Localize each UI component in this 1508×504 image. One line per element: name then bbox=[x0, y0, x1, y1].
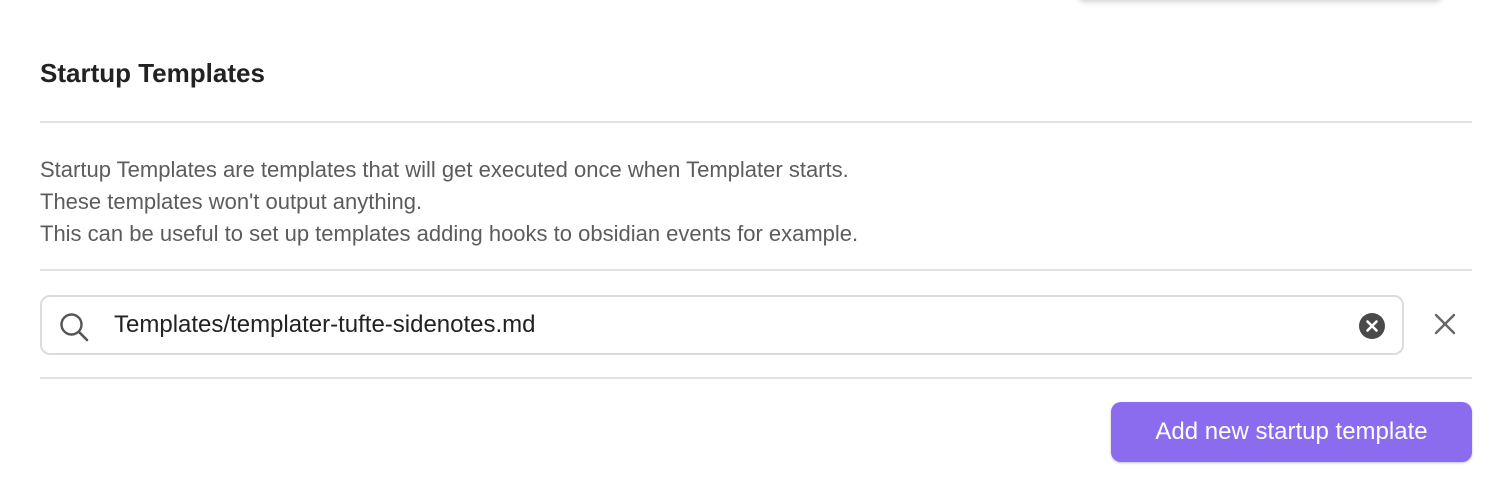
description-line: Startup Templates are templates that wil… bbox=[40, 157, 849, 182]
divider bbox=[40, 121, 1472, 123]
circle-x-icon[interactable] bbox=[1358, 312, 1386, 340]
divider bbox=[40, 269, 1472, 271]
description-line: These templates won't output anything. bbox=[40, 189, 423, 214]
divider bbox=[40, 377, 1472, 379]
templater-settings-page: Startup Templates Startup Templates are … bbox=[0, 0, 1508, 504]
close-icon[interactable] bbox=[1431, 310, 1459, 338]
section-description: Startup Templates are templates that wil… bbox=[40, 154, 1240, 250]
description-line: This can be useful to set up templates a… bbox=[40, 221, 859, 246]
section-title: Startup Templates bbox=[40, 58, 265, 88]
add-startup-template-button[interactable]: Add new startup template bbox=[1111, 402, 1472, 462]
startup-template-row bbox=[40, 295, 1472, 355]
template-search-field[interactable] bbox=[40, 295, 1404, 355]
template-path-input[interactable] bbox=[114, 305, 1334, 345]
search-icon bbox=[60, 313, 89, 342]
